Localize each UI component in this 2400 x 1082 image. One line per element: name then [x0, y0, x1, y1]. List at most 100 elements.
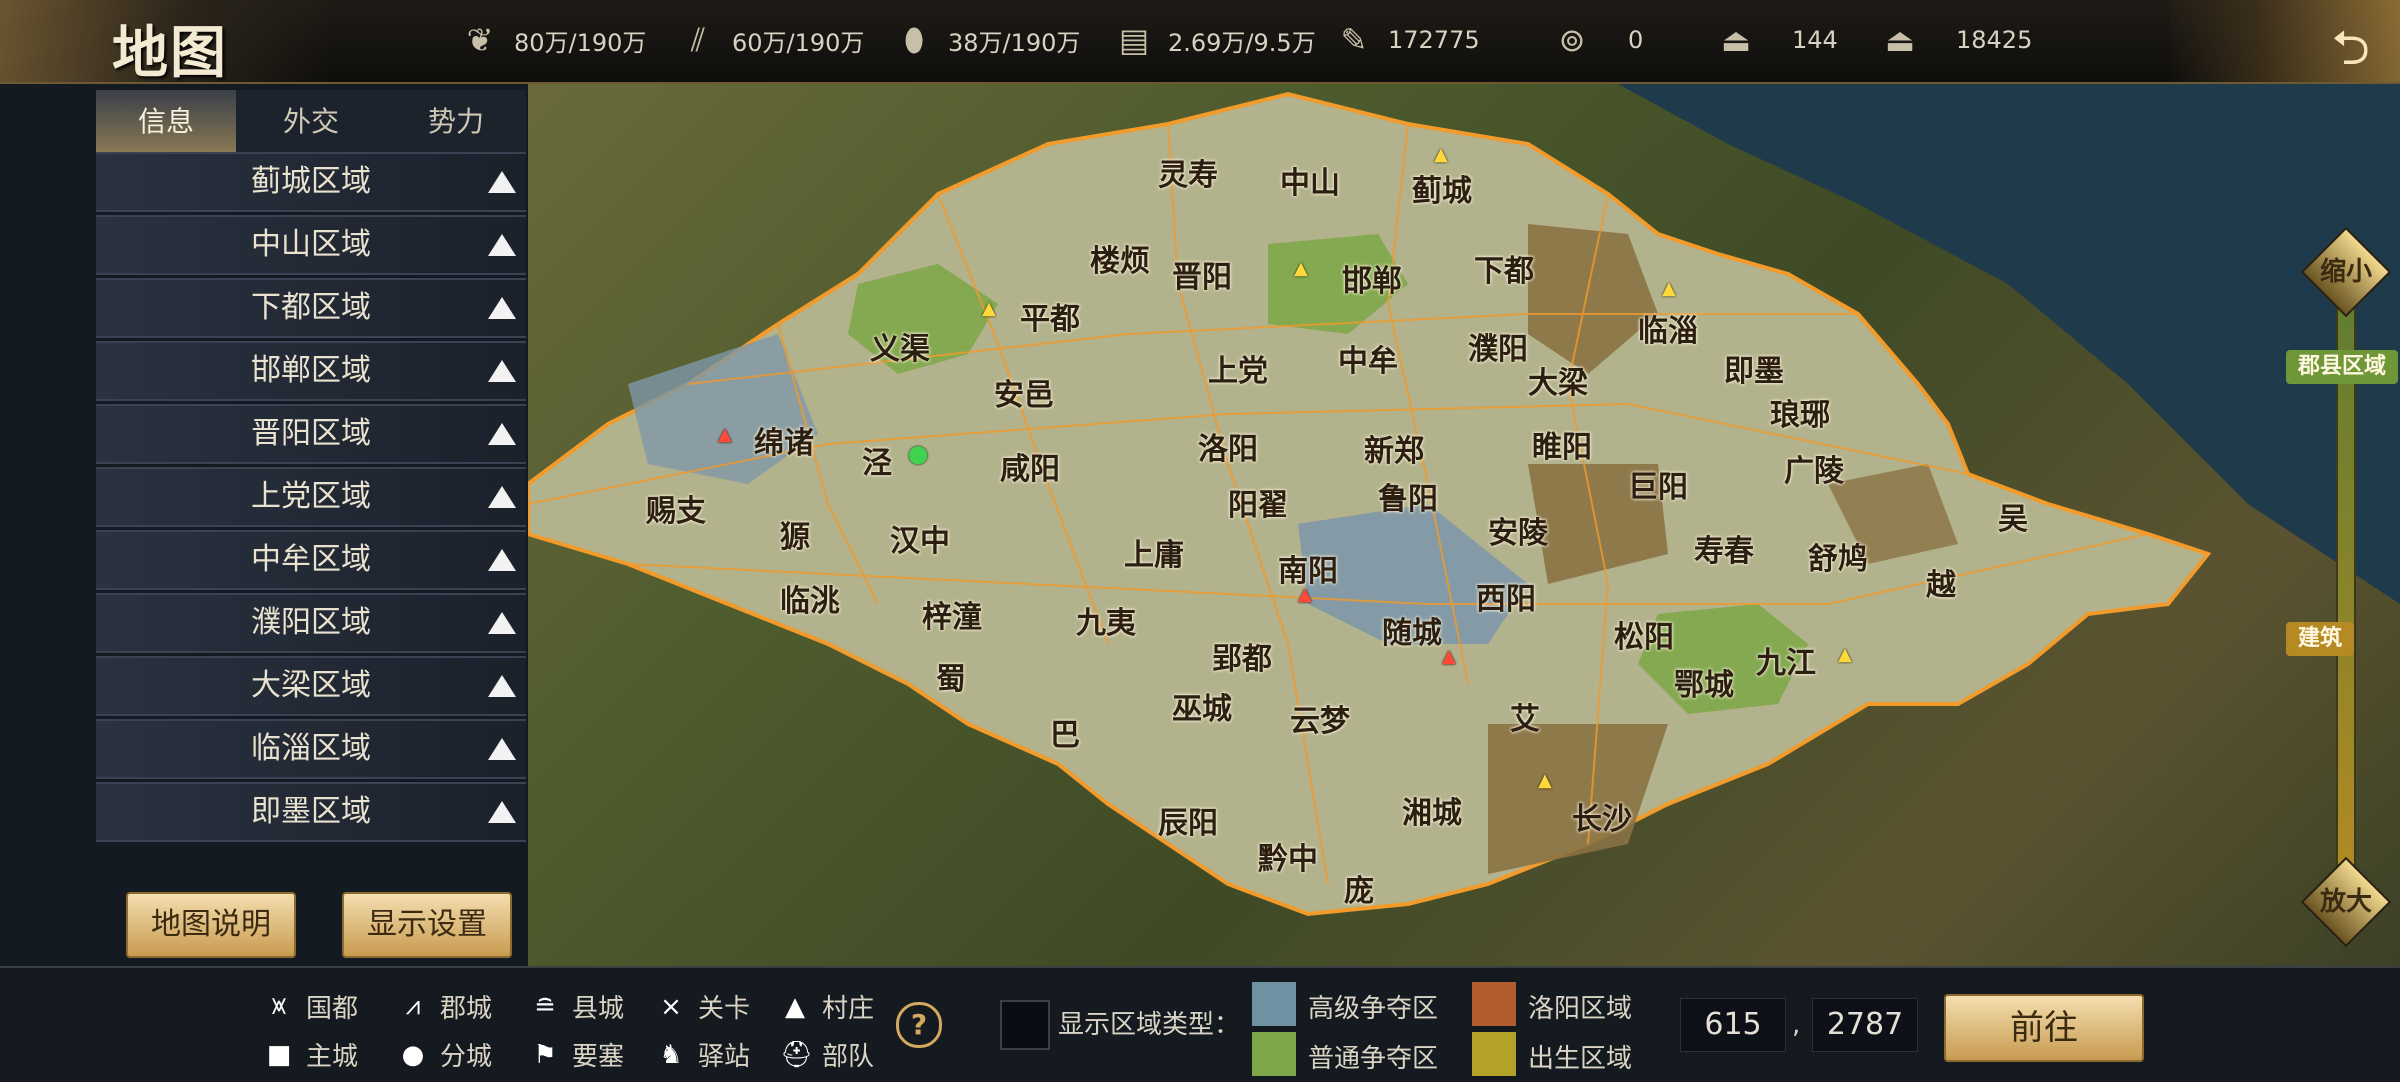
- city-label[interactable]: 泾: [862, 438, 892, 482]
- troop-icon: ⛑: [780, 1039, 814, 1070]
- city-label[interactable]: 黔中: [1258, 834, 1318, 878]
- city-label[interactable]: 九夷: [1076, 598, 1136, 642]
- display-settings-button[interactable]: 显示设置: [342, 892, 512, 958]
- region-type-checkbox[interactable]: [1000, 1000, 1050, 1050]
- region-item[interactable]: 下都区域: [96, 278, 526, 338]
- city-label[interactable]: 越: [1926, 560, 1956, 604]
- region-item[interactable]: 中山区域: [96, 215, 526, 275]
- city-label[interactable]: 赐支: [646, 486, 706, 530]
- city-label[interactable]: 临淄: [1638, 306, 1698, 350]
- city-label[interactable]: 义渠: [870, 324, 930, 368]
- city-label[interactable]: 九江: [1756, 638, 1816, 682]
- decree-resource: ✎ 172775: [1334, 18, 1480, 62]
- region-item[interactable]: 濮阳区域: [96, 593, 526, 653]
- city-label[interactable]: 晋阳: [1172, 252, 1232, 296]
- city-label[interactable]: 广陵: [1784, 446, 1844, 490]
- city-label[interactable]: 平都: [1020, 294, 1080, 338]
- city-label[interactable]: 灵寿: [1158, 150, 1218, 194]
- city-label[interactable]: 云梦: [1290, 696, 1350, 740]
- city-label[interactable]: 大梁: [1528, 358, 1588, 402]
- help-icon[interactable]: ?: [896, 1002, 942, 1048]
- enemy-city-icon[interactable]: ▲: [718, 424, 732, 445]
- panel-tabs: 信息 外交 势力: [96, 90, 526, 157]
- region-item[interactable]: 临淄区域: [96, 719, 526, 779]
- city-label[interactable]: 新郑: [1364, 426, 1424, 470]
- city-label[interactable]: 蜀: [936, 654, 966, 698]
- city-label[interactable]: 辰阳: [1158, 798, 1218, 842]
- go-button[interactable]: 前往: [1944, 994, 2144, 1062]
- capital-marker-icon[interactable]: ▲: [1294, 258, 1308, 279]
- city-label[interactable]: 濮阳: [1468, 324, 1528, 368]
- city-label[interactable]: 郢都: [1212, 634, 1272, 678]
- city-label[interactable]: 鄂城: [1674, 660, 1734, 704]
- city-label[interactable]: 琅琊: [1770, 390, 1830, 434]
- city-label[interactable]: 临洮: [780, 576, 840, 620]
- city-label[interactable]: 巨阳: [1628, 462, 1688, 506]
- city-label[interactable]: 梓潼: [922, 592, 982, 636]
- wood-resource: ⫽ 60万/190万: [678, 18, 865, 62]
- zoom-level-county-flag[interactable]: 郡县区域: [2286, 350, 2399, 384]
- city-label[interactable]: 巫城: [1172, 684, 1232, 728]
- coord-x-input[interactable]: 615: [1680, 998, 1786, 1052]
- expand-triangle-icon: [488, 297, 516, 319]
- city-label[interactable]: 寿春: [1694, 526, 1754, 570]
- city-label[interactable]: 洛阳: [1198, 424, 1258, 468]
- stone-resource: ⬮ 38万/190万: [894, 18, 1081, 62]
- capital-marker-icon[interactable]: ▲: [1838, 644, 1852, 665]
- map-help-button[interactable]: 地图说明: [126, 892, 296, 958]
- region-item[interactable]: 上党区域: [96, 467, 526, 527]
- coord-y-input[interactable]: 2787: [1812, 998, 1918, 1052]
- region-item[interactable]: 邯郸区域: [96, 341, 526, 401]
- city-label[interactable]: 蓟城: [1412, 166, 1472, 210]
- tab-faction[interactable]: 势力: [386, 90, 526, 154]
- city-label[interactable]: 长沙: [1572, 794, 1632, 838]
- city-label[interactable]: 睢阳: [1532, 422, 1592, 466]
- city-label[interactable]: 即墨: [1724, 346, 1784, 390]
- zoom-level-building-flag[interactable]: 建筑: [2286, 622, 2355, 656]
- city-label[interactable]: 咸阳: [1000, 444, 1060, 488]
- city-label[interactable]: 獂: [780, 512, 810, 556]
- city-label[interactable]: 巴: [1050, 710, 1080, 754]
- enemy-city-icon[interactable]: ▲: [1298, 584, 1312, 605]
- city-label[interactable]: 吴: [1998, 494, 2028, 538]
- city-label[interactable]: 上庸: [1124, 530, 1184, 574]
- expand-triangle-icon: [488, 738, 516, 760]
- city-label[interactable]: 安陵: [1488, 508, 1548, 552]
- capital-marker-icon[interactable]: ▲: [1538, 770, 1552, 791]
- city-label[interactable]: 中山: [1280, 158, 1340, 202]
- tab-diplomacy[interactable]: 外交: [241, 90, 381, 154]
- city-label[interactable]: 西阳: [1476, 574, 1536, 618]
- page-title: 地图: [112, 20, 228, 86]
- city-label[interactable]: 阳翟: [1228, 480, 1288, 524]
- village-icon: ▲: [785, 991, 805, 1022]
- tab-info[interactable]: 信息: [96, 90, 236, 157]
- city-label[interactable]: 湘城: [1402, 788, 1462, 832]
- region-item[interactable]: 即墨区域: [96, 782, 526, 842]
- city-label[interactable]: 舒鸠: [1808, 534, 1868, 578]
- city-label[interactable]: 艾: [1510, 694, 1540, 738]
- capital-marker-icon[interactable]: ▲: [1434, 144, 1448, 165]
- capital-marker-icon[interactable]: ▲: [1662, 278, 1676, 299]
- city-label[interactable]: 绵诸: [754, 418, 814, 462]
- region-item[interactable]: 大梁区域: [96, 656, 526, 716]
- city-label[interactable]: 下都: [1474, 246, 1534, 290]
- city-label[interactable]: 松阳: [1614, 612, 1674, 656]
- city-label[interactable]: 中牟: [1338, 336, 1398, 380]
- region-item[interactable]: 中牟区域: [96, 530, 526, 590]
- city-label[interactable]: 上党: [1208, 346, 1268, 390]
- city-label[interactable]: 安邑: [994, 370, 1054, 414]
- expand-triangle-icon: [488, 360, 516, 382]
- city-label[interactable]: 庞: [1344, 866, 1374, 910]
- region-item[interactable]: 蓟城区域: [96, 152, 526, 212]
- world-map[interactable]: 灵寿 中山 蓟城 楼烦 晋阳 邯郸 下都 平都 义渠 上党 中牟 濮阳 临淄 即…: [528, 84, 2400, 966]
- capital-marker-icon[interactable]: ▲: [982, 298, 996, 319]
- enemy-city-icon[interactable]: ▲: [1442, 646, 1456, 667]
- city-label[interactable]: 随城: [1382, 608, 1442, 652]
- city-label[interactable]: 鲁阳: [1378, 474, 1438, 518]
- region-item[interactable]: 晋阳区域: [96, 404, 526, 464]
- city-label[interactable]: 邯郸: [1342, 256, 1402, 300]
- back-button[interactable]: ⮌: [2332, 14, 2370, 95]
- city-label[interactable]: 汉中: [890, 516, 950, 560]
- city-label[interactable]: 楼烦: [1090, 236, 1150, 280]
- location-pin-icon[interactable]: ⬤: [908, 444, 928, 465]
